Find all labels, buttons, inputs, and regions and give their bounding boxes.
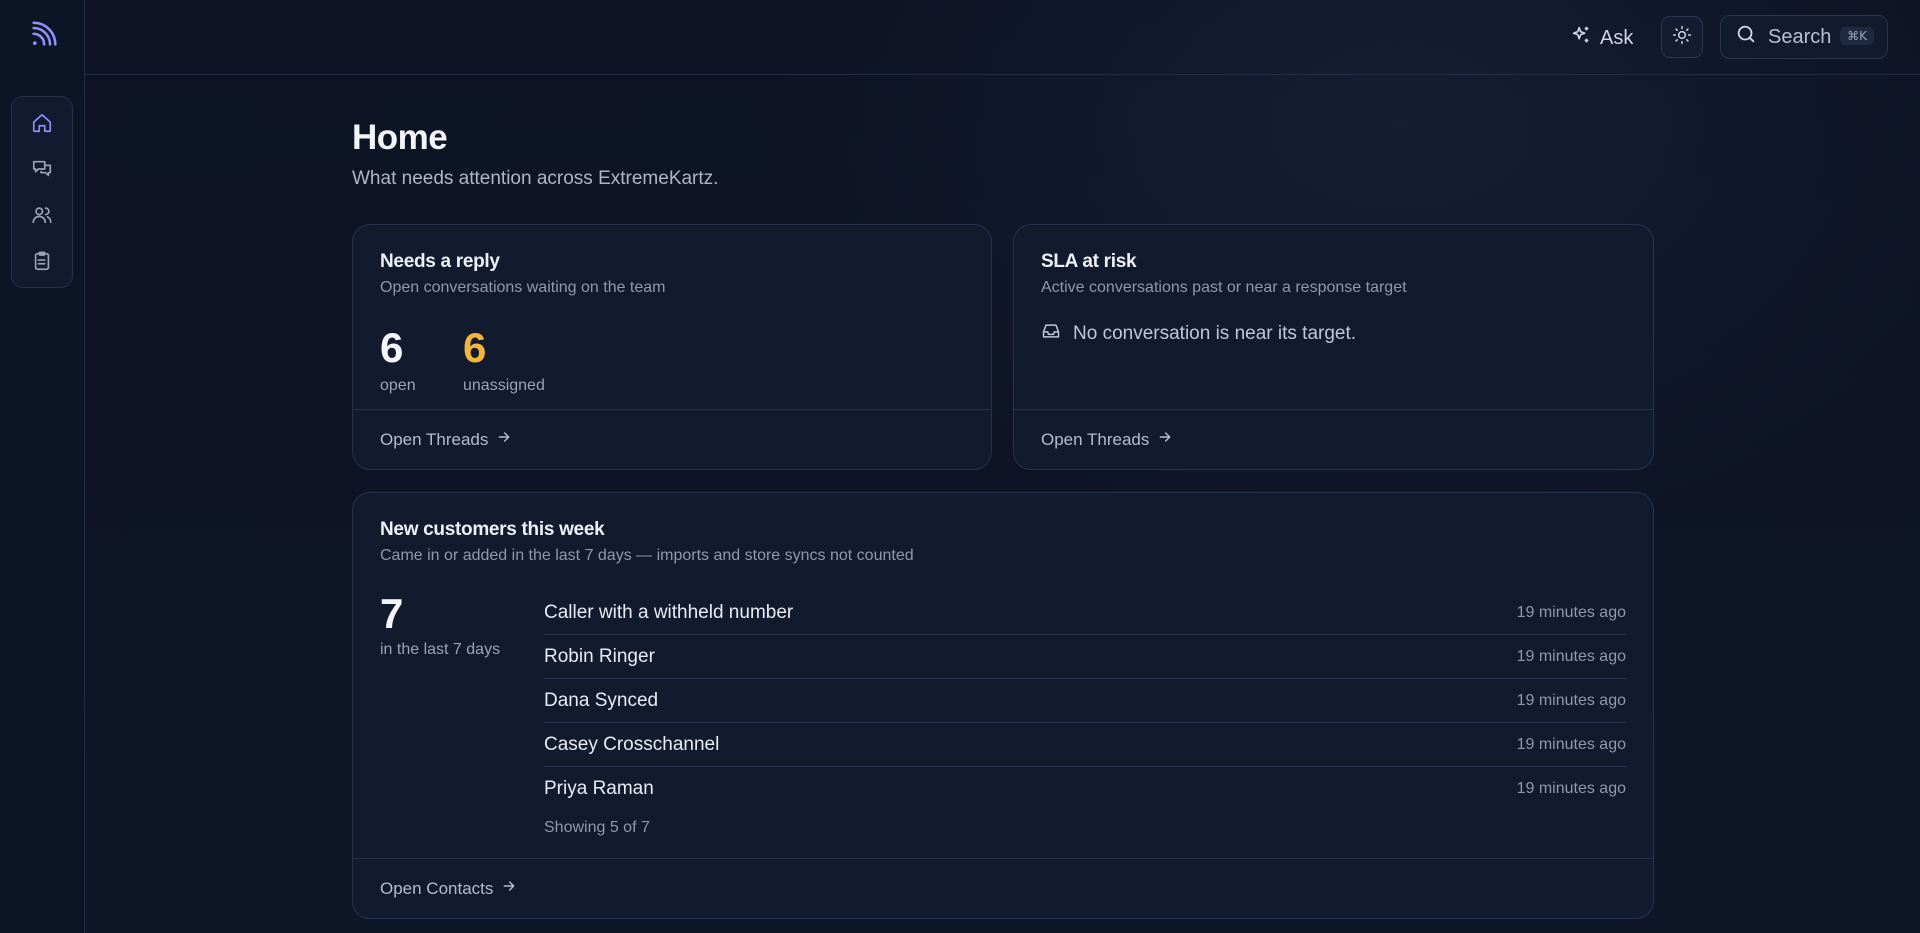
search-icon [1735, 23, 1757, 51]
customer-time: 19 minutes ago [1516, 780, 1626, 797]
open-count: 6 [380, 324, 404, 371]
arrow-right-icon [1157, 429, 1173, 450]
needs-reply-card: Needs a reply Open conversations waiting… [352, 224, 992, 470]
open-stat: 6 open [380, 327, 416, 395]
sparkles-icon [1570, 24, 1592, 52]
sla-open-threads-link[interactable]: Open Threads [1014, 409, 1653, 469]
unassigned-stat: 6 unassigned [463, 327, 545, 395]
open-contacts-label: Open Contacts [380, 878, 494, 898]
sla-risk-card: SLA at risk Active conversations past or… [1013, 224, 1654, 470]
sla-empty-message: No conversation is near its target. [1073, 323, 1357, 344]
customer-time: 19 minutes ago [1516, 691, 1626, 709]
customer-name: Priya Raman [544, 778, 654, 799]
list-item[interactable]: Dana Synced 19 minutes ago [544, 679, 1626, 723]
sidebar-item-home[interactable] [27, 111, 57, 139]
theme-toggle-button[interactable] [1661, 16, 1703, 58]
sidebar-item-threads[interactable] [27, 157, 57, 185]
list-item[interactable]: Robin Ringer 19 minutes ago [544, 635, 1626, 679]
page-subtitle: What needs attention across ExtremeKartz… [352, 168, 719, 189]
customer-name: Robin Ringer [544, 645, 655, 667]
clipboard-icon [31, 250, 53, 277]
showing-count: Showing 5 of 7 [544, 819, 650, 836]
sidebar-item-contacts[interactable] [27, 203, 57, 231]
users-icon [31, 204, 53, 231]
chat-bubbles-icon [31, 158, 53, 185]
sla-open-threads-label: Open Threads [1041, 429, 1150, 449]
needs-reply-subtitle: Open conversations waiting on the team [380, 279, 666, 296]
customer-name: Casey Crosschannel [544, 733, 720, 755]
sidebar-nav [11, 96, 73, 288]
list-item[interactable]: Caller with a withheld number 19 minutes… [544, 591, 1626, 635]
search-label: Search [1768, 25, 1832, 48]
new-customers-stat: 7 in the last 7 days [380, 593, 500, 659]
sla-risk-title: SLA at risk [1041, 251, 1137, 272]
sla-risk-subtitle: Active conversations past or near a resp… [1041, 279, 1407, 296]
arrow-right-icon [496, 429, 512, 450]
page-title: Home [352, 118, 448, 157]
list-item[interactable]: Priya Raman 19 minutes ago [544, 767, 1626, 811]
unassigned-count: 6 [463, 324, 487, 371]
search-button[interactable]: Search ⌘K [1720, 15, 1888, 59]
open-contacts-link[interactable]: Open Contacts [353, 858, 1653, 918]
open-threads-link[interactable]: Open Threads [353, 409, 991, 469]
new-customers-title: New customers this week [380, 519, 605, 540]
open-threads-label: Open Threads [380, 429, 489, 449]
rss-logo-icon[interactable] [28, 20, 58, 50]
customer-time: 19 minutes ago [1516, 735, 1626, 753]
ask-label: Ask [1600, 26, 1634, 49]
new-customers-count: 7 [380, 590, 404, 637]
ask-button[interactable]: Ask [1570, 24, 1633, 52]
customer-time: 19 minutes ago [1516, 603, 1626, 621]
sla-empty-state: No conversation is near its target. [1041, 321, 1356, 347]
customer-list: Caller with a withheld number 19 minutes… [544, 591, 1626, 836]
customer-name: Dana Synced [544, 689, 659, 711]
top-bar [85, 0, 1920, 75]
sidebar-item-tasks[interactable] [27, 249, 57, 277]
search-shortcut-badge: ⌘K [1840, 27, 1874, 45]
customer-time: 19 minutes ago [1516, 647, 1626, 665]
list-item[interactable]: Casey Crosschannel 19 minutes ago [544, 723, 1626, 767]
home-icon [31, 112, 53, 139]
inbox-icon [1041, 321, 1061, 347]
new-customers-count-label: in the last 7 days [380, 641, 501, 658]
needs-reply-title: Needs a reply [380, 251, 500, 272]
new-customers-subtitle: Came in or added in the last 7 days — im… [380, 547, 914, 564]
arrow-right-icon [501, 878, 517, 899]
new-customers-card: New customers this week Came in or added… [352, 492, 1654, 919]
unassigned-label: unassigned [463, 377, 545, 394]
left-rail [0, 0, 85, 933]
customer-name: Caller with a withheld number [544, 601, 794, 623]
open-label: open [380, 377, 416, 394]
sun-icon [1672, 25, 1692, 50]
